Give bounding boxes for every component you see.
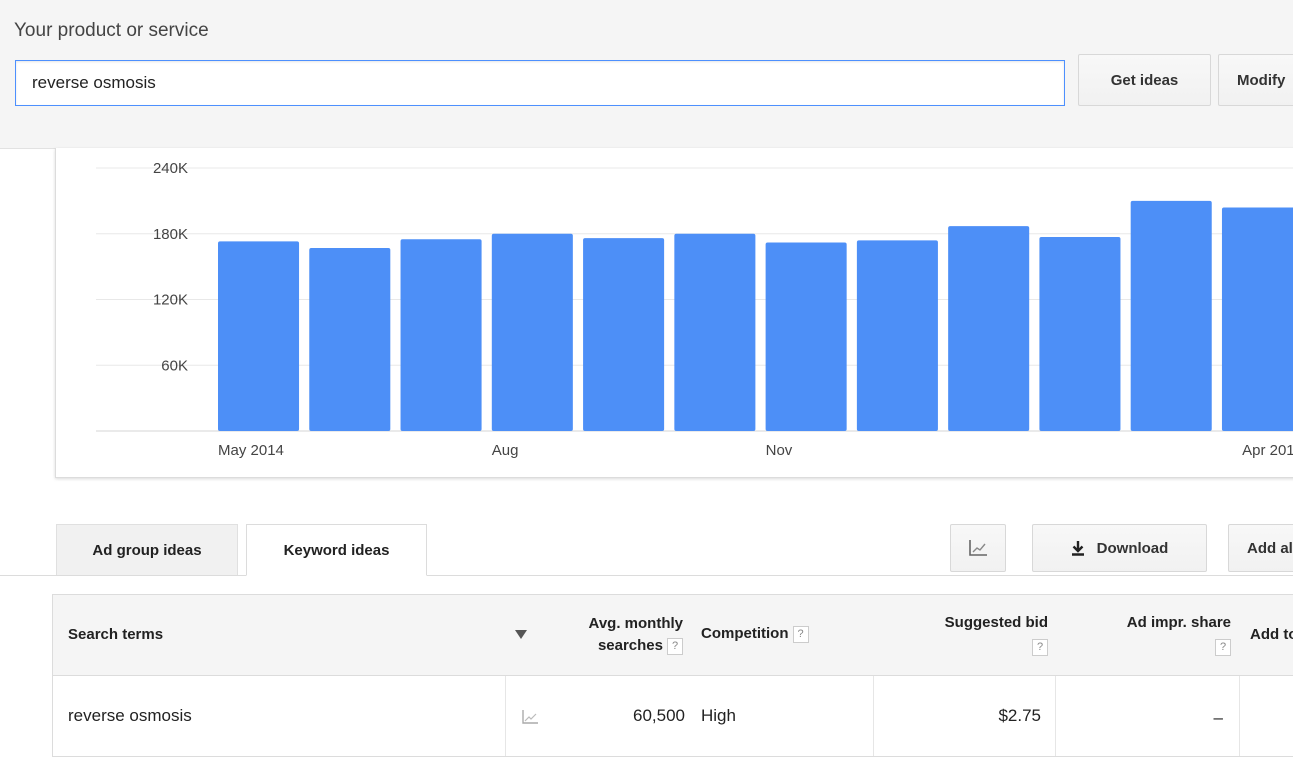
y-tick-label: 60K bbox=[161, 357, 188, 374]
bar[interactable] bbox=[856, 240, 938, 431]
bar[interactable] bbox=[309, 247, 391, 431]
table-row[interactable]: reverse osmosis 60,500 High $2.75 – bbox=[53, 676, 1293, 756]
header-ad-impr-share[interactable]: Ad impr. share ? bbox=[1053, 611, 1231, 659]
cell-divider bbox=[505, 676, 506, 756]
cell-divider bbox=[1239, 676, 1240, 756]
bar[interactable] bbox=[1039, 237, 1121, 431]
table-header-row: Search terms Avg. monthly searches? Comp… bbox=[53, 595, 1293, 676]
bar[interactable] bbox=[948, 226, 1030, 431]
cell-divider bbox=[1055, 676, 1056, 756]
line-chart-icon[interactable] bbox=[521, 709, 539, 725]
y-tick-label: 120K bbox=[153, 292, 188, 309]
x-tick-label: Apr 2015 bbox=[1242, 442, 1293, 459]
line-chart-icon bbox=[969, 540, 987, 556]
avg-monthly-searches-value: 60,500 bbox=[633, 706, 685, 725]
tab-ad-group-ideas[interactable]: Ad group ideas bbox=[56, 524, 238, 576]
bar[interactable] bbox=[491, 233, 573, 431]
modify-search-button[interactable]: Modify bbox=[1218, 54, 1293, 106]
x-tick-label: Aug bbox=[492, 442, 519, 459]
product-label: Your product or service bbox=[14, 20, 209, 41]
header-add-to-plan[interactable]: Add to plan bbox=[1250, 626, 1293, 643]
search-volume-chart: 60K 120K 180K 240K May 2014 Aug Nov Apr 2015 bbox=[96, 160, 1293, 459]
chart-toggle-button[interactable] bbox=[950, 524, 1006, 572]
bar[interactable] bbox=[400, 239, 482, 431]
bar[interactable] bbox=[1130, 200, 1212, 431]
keyword-ideas-table: Search terms Avg. monthly searches? Comp… bbox=[52, 594, 1293, 757]
header-avg-monthly-searches[interactable]: Avg. monthly searches? bbox=[553, 613, 683, 657]
bar[interactable] bbox=[583, 238, 665, 431]
x-tick-label: Nov bbox=[766, 442, 793, 459]
bar[interactable] bbox=[765, 242, 847, 431]
y-tick-label: 180K bbox=[153, 226, 188, 243]
tabs-divider bbox=[0, 575, 1293, 576]
download-icon bbox=[1071, 541, 1084, 556]
bar[interactable] bbox=[1221, 207, 1293, 431]
download-label: Download bbox=[1096, 539, 1169, 557]
help-icon[interactable]: ? bbox=[1032, 638, 1048, 656]
download-button[interactable]: Download bbox=[1032, 524, 1207, 572]
competition-value: High bbox=[701, 706, 736, 725]
header-competition[interactable]: Competition? bbox=[701, 625, 809, 643]
header-search-terms[interactable]: Search terms bbox=[68, 626, 163, 643]
help-icon[interactable]: ? bbox=[1215, 638, 1231, 656]
keyword-term: reverse osmosis bbox=[68, 706, 192, 725]
bar[interactable] bbox=[218, 241, 300, 431]
product-search-input[interactable] bbox=[15, 60, 1065, 106]
sort-down-icon[interactable] bbox=[515, 630, 527, 640]
y-tick-label: 240K bbox=[153, 160, 188, 177]
x-tick-label: May 2014 bbox=[218, 442, 284, 459]
ad-impr-share-value: – bbox=[1213, 708, 1223, 727]
cell-divider bbox=[873, 676, 874, 756]
keyword-planner-header: Your product or service Get ideas Modify bbox=[0, 0, 1293, 149]
header-suggested-bid[interactable]: Suggested bid ? bbox=[873, 611, 1048, 659]
search-volume-chart-card: 60K 120K 180K 240K May 2014 Aug Nov Apr 2015 bbox=[55, 148, 1293, 478]
help-icon[interactable]: ? bbox=[667, 637, 683, 655]
add-all-button[interactable]: Add all bbox=[1228, 524, 1293, 572]
suggested-bid-value: $2.75 bbox=[998, 706, 1041, 725]
help-icon[interactable]: ? bbox=[792, 625, 809, 643]
bar[interactable] bbox=[674, 233, 756, 431]
get-ideas-button[interactable]: Get ideas bbox=[1078, 54, 1211, 106]
tab-keyword-ideas[interactable]: Keyword ideas bbox=[246, 524, 427, 576]
